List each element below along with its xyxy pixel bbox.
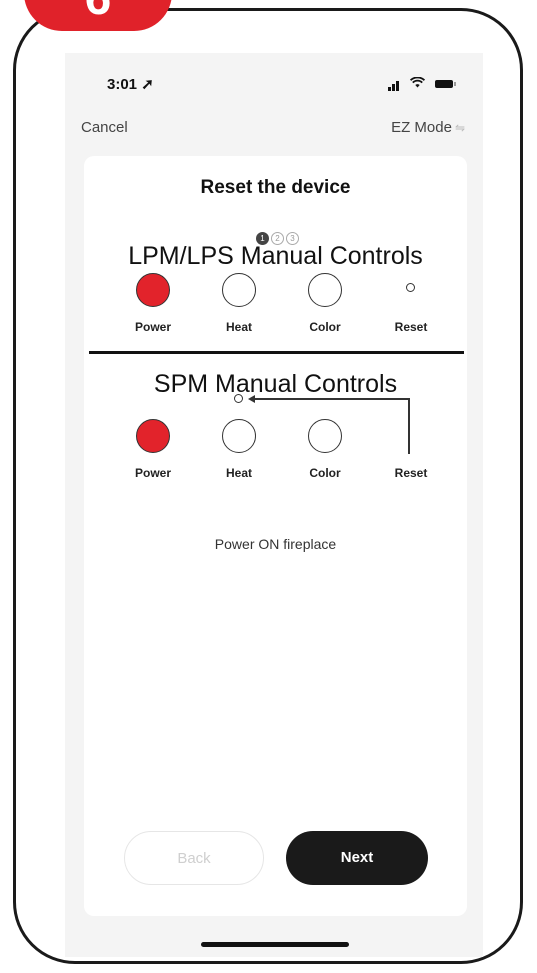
battery-icon	[435, 80, 456, 89]
lpm-section-title: LPM/LPS Manual Controls	[128, 242, 423, 270]
nav-bar: Cancel EZ Mode ⇋	[65, 119, 483, 139]
spm-reset-pinhole	[234, 394, 243, 403]
section-divider	[89, 351, 464, 354]
ez-mode-switch[interactable]: EZ Mode ⇋	[391, 119, 465, 136]
lpm-color-button	[308, 273, 342, 307]
spm-heat-button	[222, 419, 256, 453]
ez-mode-label: EZ Mode	[391, 119, 452, 136]
switch-mode-icon: ⇋	[454, 121, 465, 135]
lpm-power-label: Power	[134, 320, 171, 334]
reset-arrow-stem	[408, 398, 410, 454]
instruction-text: Power ON fireplace	[214, 536, 337, 552]
lpm-color-label: Color	[309, 320, 341, 334]
spm-power-button	[136, 419, 170, 453]
status-icons	[388, 75, 456, 91]
spm-color-label: Color	[309, 466, 341, 480]
spm-heat-label: Heat	[225, 466, 252, 480]
wifi-icon	[410, 75, 426, 91]
status-bar: 3:01 ➚	[65, 53, 483, 103]
next-button[interactable]: Next	[286, 831, 428, 885]
home-indicator[interactable]	[201, 942, 349, 947]
status-time: 3:01 ➚	[107, 76, 154, 93]
lpm-heat-button	[222, 273, 256, 307]
spm-color-button	[308, 419, 342, 453]
reset-card: Reset the device 123 LPM/LPS Manual Cont…	[84, 156, 467, 916]
reset-arrow-line	[254, 398, 410, 400]
spm-reset-label: Reset	[394, 466, 428, 480]
phone-screen: 3:01 ➚ Cancel EZ Mode ⇋ Reset the device …	[65, 53, 483, 957]
step-badge: 6	[24, 0, 172, 31]
lpm-heat-label: Heat	[225, 320, 252, 334]
lpm-reset-pinhole	[406, 283, 415, 292]
cancel-button[interactable]: Cancel	[81, 119, 128, 136]
spm-section-title: SPM Manual Controls	[153, 370, 398, 398]
card-title: Reset the device	[200, 177, 351, 198]
spm-power-label: Power	[134, 466, 171, 480]
signal-icon	[388, 75, 400, 91]
location-icon: ➚	[141, 76, 154, 93]
lpm-reset-label: Reset	[394, 320, 428, 334]
back-button[interactable]: Back	[124, 831, 264, 885]
lpm-power-button	[136, 273, 170, 307]
